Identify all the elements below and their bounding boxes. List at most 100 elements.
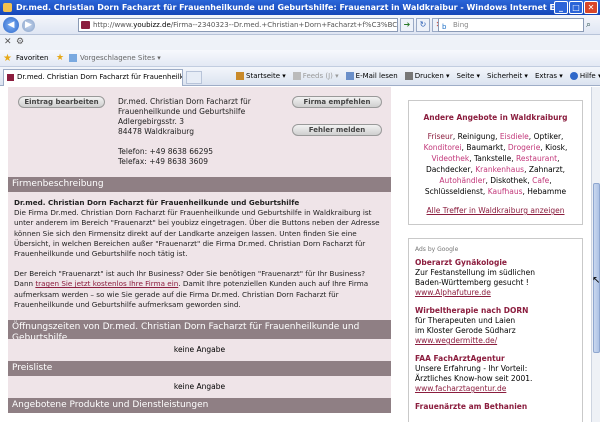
feeds-label: Feeds (J) ▾ — [302, 72, 339, 80]
offer-category-link[interactable]: Cafe — [532, 176, 549, 185]
url-path: /Firma--2340323--Dr.med.+Christian+Dorn+… — [170, 21, 398, 29]
toolbar-options-icon[interactable]: ⚙ — [16, 37, 24, 47]
all-results-link[interactable]: Alle Treffer in Waldkraiburg anzeigen — [409, 206, 582, 215]
ad-item[interactable]: Wirbeltherapie nach DORN für Therapeuten … — [415, 306, 576, 346]
offer-category-link[interactable]: Diskothek — [490, 176, 527, 185]
offer-category-link[interactable]: Kaufhaus — [488, 187, 523, 196]
offer-category-link[interactable]: Konditorei — [424, 143, 462, 152]
description-para1: Die Firma Dr.med. Christian Dorn Facharz… — [14, 208, 380, 259]
ad-url[interactable]: www.Alphafuture.de — [415, 288, 576, 298]
forward-button[interactable]: ▶ — [22, 19, 35, 32]
offer-category-link[interactable]: Hebamme — [527, 187, 566, 196]
report-error-button[interactable]: Fehler melden — [292, 124, 382, 136]
ad-url[interactable]: www.facharztagentur.de — [415, 384, 576, 394]
google-ads: Ads by Google Oberarzt Gynäkologie Zur Fe… — [408, 238, 583, 422]
offer-category-link[interactable]: Schlüsseldienst — [425, 187, 483, 196]
ad-item[interactable]: FAA FachArztAgentur Unsere Erfahrung - Ih… — [415, 354, 576, 394]
description-title: Dr.med. Christian Dorn Facharzt für Frau… — [14, 198, 300, 207]
close-button[interactable]: ✕ — [584, 1, 598, 14]
security-menu[interactable]: Sicherheit ▾ — [487, 72, 528, 80]
ad-line1: Zur Festanstellung im südlichen — [415, 268, 535, 277]
ad-item[interactable]: Oberarzt Gynäkologie Zur Festanstellung i… — [415, 258, 576, 298]
offer-category-link[interactable]: Friseur — [428, 132, 453, 141]
address-row: ◀ ▶ http://www.youbizz.de/Firma--2340323… — [0, 15, 600, 35]
mail-button[interactable]: E-Mail lesen — [345, 72, 398, 80]
search-input[interactable]: b Bing — [438, 18, 584, 32]
offer-category-link[interactable]: Videothek — [432, 154, 470, 163]
ad-title[interactable]: Oberarzt Gynäkologie — [415, 258, 576, 268]
offer-category-link[interactable]: Kiosk — [545, 143, 565, 152]
offer-category-link[interactable]: Baumarkt — [466, 143, 503, 152]
back-button[interactable]: ◀ — [3, 17, 19, 33]
help-icon — [569, 72, 578, 80]
offer-category-link[interactable]: Drogerie — [508, 143, 540, 152]
company-city: 84478 Waldkraiburg — [118, 127, 194, 136]
offer-category-link[interactable]: Tankstelle — [474, 154, 511, 163]
ad-title[interactable]: FAA FachArztAgentur — [415, 354, 576, 364]
prices-heading: Preisliste — [8, 361, 391, 376]
home-button[interactable]: Startseite ▾ — [236, 72, 286, 80]
company-name-line2: Frauenheilkunde und Geburtshilfe — [118, 107, 246, 116]
ad-url[interactable]: www.wegdermitte.de/ — [415, 336, 576, 346]
new-tab-button[interactable] — [186, 71, 202, 84]
maximize-button[interactable]: □ — [569, 1, 583, 14]
ads-by-google-label[interactable]: Ads by Google — [415, 245, 576, 255]
offer-category-link[interactable]: Restaurant — [516, 154, 557, 163]
description-heading: Firmenbeschreibung — [8, 177, 391, 192]
vertical-scrollbar[interactable] — [591, 87, 600, 422]
mail-icon — [345, 72, 354, 80]
favorites-star-icon[interactable]: ★ — [3, 53, 12, 64]
ad-list: Oberarzt Gynäkologie Zur Festanstellung i… — [415, 258, 576, 412]
refresh-icon[interactable]: ↻ — [416, 18, 430, 32]
search-icon[interactable]: ⌕ — [586, 20, 591, 30]
url-host: youbizz.de — [133, 21, 171, 29]
ad-line2: im Kloster Gerode Südharz — [415, 326, 516, 335]
favorites-button[interactable]: Favoriten — [16, 54, 48, 62]
offer-category-list: Friseur, Reinigung, Eisdiele, Optiker, K… — [423, 132, 568, 196]
scrollbar-thumb[interactable] — [593, 183, 600, 353]
feeds-button[interactable]: Feeds (J) ▾ — [292, 72, 339, 80]
offer-category-link[interactable]: Reinigung — [458, 132, 495, 141]
hours-value: keine Angabe — [8, 339, 391, 361]
offer-category-link[interactable]: Krankenhaus — [475, 165, 524, 174]
print-icon — [404, 72, 413, 80]
offer-category-link[interactable]: Optiker — [534, 132, 561, 141]
page-content: Eintrag bearbeiten Firma empfehlen Fehle… — [0, 87, 591, 422]
window-controls: _ □ ✕ — [554, 1, 598, 14]
company-fax: Telefax: +49 8638 3609 — [118, 157, 208, 166]
print-button[interactable]: Drucken ▾ — [404, 72, 450, 80]
offer-category-link[interactable]: Dachdecker — [426, 165, 471, 174]
suggested-sites-button[interactable]: Vorgeschlagene Sites ▾ — [80, 54, 161, 62]
favorites-bar: ★ Favoriten ★ Vorgeschlagene Sites ▾ — [0, 50, 600, 67]
go-icon[interactable]: ➔ — [400, 18, 414, 32]
site-favicon-icon — [81, 21, 90, 29]
description-text: Dr.med. Christian Dorn Facharzt für Frau… — [8, 192, 391, 320]
tab-favicon-icon — [7, 74, 14, 81]
company-street: Adlergebirgsstr. 3 — [118, 117, 185, 126]
minimize-button[interactable]: _ — [554, 1, 568, 14]
offer-category-link[interactable]: Eisdiele — [500, 132, 529, 141]
add-favorite-icon[interactable]: ★ — [56, 53, 64, 63]
ie-app-icon — [3, 3, 12, 12]
address-bar[interactable]: http://www.youbizz.de/Firma--2340323--Dr… — [78, 18, 398, 32]
company-info-box: Eintrag bearbeiten Firma empfehlen Fehle… — [8, 87, 391, 177]
other-offers-box: Andere Angebote in Waldkraiburg Friseur,… — [408, 100, 583, 225]
browser-tab[interactable]: Dr.med. Christian Dorn Facharzt für Frau… — [3, 69, 183, 86]
home-icon — [236, 72, 244, 80]
close-icon[interactable]: ✕ — [4, 37, 12, 47]
toolbar-row: ✕ ⚙ — [0, 35, 600, 50]
offers-title: Andere Angebote in Waldkraiburg — [423, 113, 568, 122]
help-menu[interactable]: Hilfe ▾ — [569, 72, 600, 80]
offer-category-link[interactable]: Zahnarzt — [529, 165, 563, 174]
ad-title[interactable]: Frauenärzte am Bethanien — [415, 402, 576, 412]
page-menu[interactable]: Seite ▾ — [457, 72, 481, 80]
recommend-company-button[interactable]: Firma empfehlen — [292, 96, 382, 108]
ad-line1: Unsere Erfahrung - Ihr Vorteil: — [415, 364, 528, 373]
ad-title[interactable]: Wirbeltherapie nach DORN — [415, 306, 576, 316]
edit-entry-button[interactable]: Eintrag bearbeiten — [18, 96, 105, 108]
ad-line2: Ärztliches Know-how seit 2001. — [415, 374, 533, 383]
ad-item[interactable]: Frauenärzte am Bethanien — [415, 402, 576, 412]
offer-category-link[interactable]: Autohändler — [439, 176, 485, 185]
register-company-link[interactable]: tragen Sie jetzt kostenlos Ihre Firma ei… — [35, 279, 178, 288]
extras-menu[interactable]: Extras ▾ — [535, 72, 563, 80]
